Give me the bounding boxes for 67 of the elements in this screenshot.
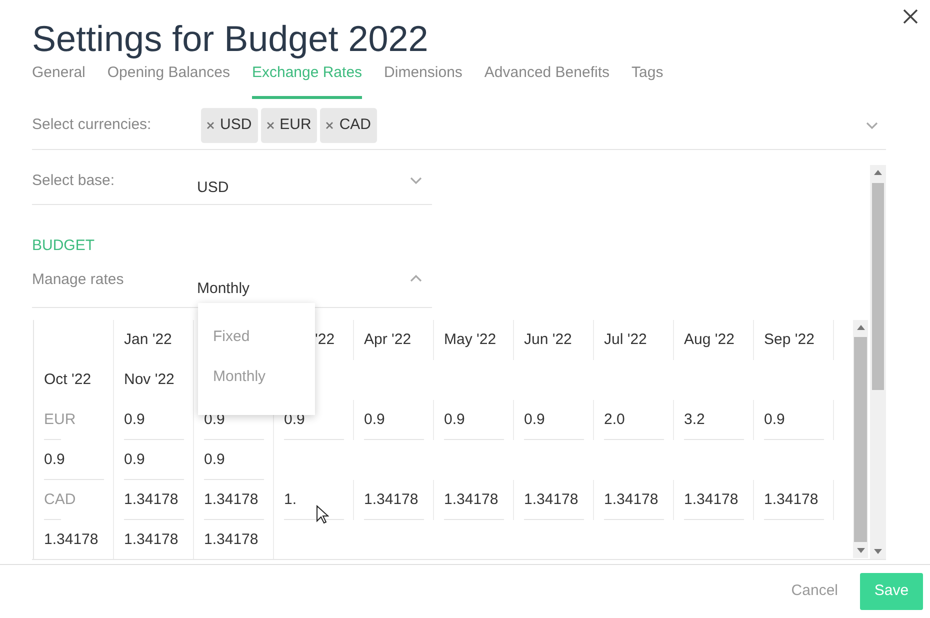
chevron-down-icon[interactable] bbox=[410, 177, 422, 185]
scrollbar[interactable] bbox=[870, 165, 886, 559]
scroll-down-icon[interactable] bbox=[874, 549, 882, 554]
column-header: Apr '22 bbox=[364, 330, 412, 350]
remove-icon[interactable] bbox=[326, 122, 334, 129]
rate-input[interactable]: 0.9 bbox=[44, 440, 104, 480]
currency-label: EUR bbox=[44, 410, 76, 430]
scroll-up-icon[interactable] bbox=[857, 325, 865, 330]
section-heading: BUDGET bbox=[32, 236, 95, 256]
tab[interactable]: Dimensions bbox=[384, 61, 462, 99]
tab[interactable]: General bbox=[32, 61, 86, 99]
column-header: Aug '22 bbox=[684, 330, 734, 350]
field-label: Select base: bbox=[32, 171, 116, 192]
tag-label: USD bbox=[220, 115, 252, 136]
remove-icon[interactable] bbox=[207, 122, 214, 129]
currency-tag[interactable]: EUR bbox=[260, 108, 318, 143]
chevron-up-icon[interactable] bbox=[410, 274, 422, 282]
rate-input[interactable]: 1.34178 bbox=[604, 480, 664, 520]
scrollbar-thumb[interactable] bbox=[854, 337, 867, 542]
field-label: Manage rates bbox=[32, 270, 125, 290]
rate-input[interactable]: 1.34178 bbox=[204, 480, 264, 520]
tab[interactable]: Opening Balances bbox=[107, 61, 230, 99]
rate-input[interactable]: 1.34178 bbox=[204, 520, 264, 559]
rate-input[interactable]: 0.9 bbox=[764, 400, 824, 440]
tab[interactable]: Tags bbox=[632, 61, 664, 99]
chevron-down-icon[interactable] bbox=[866, 122, 878, 130]
rate-input[interactable]: 1.34178 bbox=[764, 480, 824, 520]
tag-label: CAD bbox=[339, 115, 372, 136]
rate-input[interactable]: 1.34178 bbox=[684, 480, 744, 520]
column-header: Nov '22 bbox=[124, 370, 174, 390]
remove-icon[interactable] bbox=[266, 122, 274, 129]
column-header: May '22 bbox=[444, 330, 496, 350]
select-value[interactable]: USD bbox=[197, 177, 229, 200]
field-label: Select currencies: bbox=[32, 115, 152, 136]
rate-input[interactable]: 1.34178 bbox=[124, 480, 184, 520]
rate-input[interactable]: 0.9 bbox=[124, 440, 184, 480]
scroll-down-icon[interactable] bbox=[857, 548, 865, 553]
select-value[interactable]: Monthly bbox=[197, 278, 250, 300]
rate-input[interactable]: 1.34178 bbox=[444, 480, 504, 520]
rate-input[interactable]: 1.34178 bbox=[364, 480, 424, 520]
column-header: Jan '22 bbox=[124, 330, 172, 350]
tag-label: EUR bbox=[280, 115, 312, 136]
currency-tag[interactable]: USD bbox=[201, 108, 258, 143]
column-header: '22 bbox=[314, 330, 335, 350]
rate-input[interactable]: 0.9 bbox=[124, 400, 184, 440]
rate-input[interactable]: 0.9 bbox=[524, 400, 584, 440]
scroll-up-icon[interactable] bbox=[874, 170, 882, 175]
rate-input[interactable]: 1.34178 bbox=[524, 480, 584, 520]
rate-input[interactable]: 2.0 bbox=[604, 400, 664, 440]
currency-tag[interactable]: CAD bbox=[320, 108, 378, 143]
column-header: Jun '22 bbox=[524, 330, 572, 350]
rate-input[interactable]: 0.9 bbox=[444, 400, 504, 440]
rate-input[interactable]: 0.9 bbox=[364, 400, 424, 440]
column-header: Sep '22 bbox=[764, 330, 814, 350]
rate-input[interactable]: 1.34178 bbox=[44, 520, 104, 559]
scrollbar[interactable] bbox=[853, 320, 868, 558]
cursor-icon bbox=[316, 505, 329, 524]
close-icon[interactable] bbox=[902, 8, 918, 24]
tab[interactable]: Advanced Benefits bbox=[484, 61, 610, 99]
dialog-title: Settings for Budget 2022 bbox=[32, 18, 428, 60]
column-header: Oct '22 bbox=[44, 370, 92, 390]
rate-input[interactable]: 0.9 bbox=[204, 440, 264, 480]
scrollbar-thumb[interactable] bbox=[872, 183, 884, 390]
rate-input[interactable]: 3.2 bbox=[684, 400, 744, 440]
column-header: Jul '22 bbox=[604, 330, 647, 350]
rate-input[interactable]: 1.34178 bbox=[124, 520, 184, 559]
currency-label: CAD bbox=[44, 490, 76, 510]
